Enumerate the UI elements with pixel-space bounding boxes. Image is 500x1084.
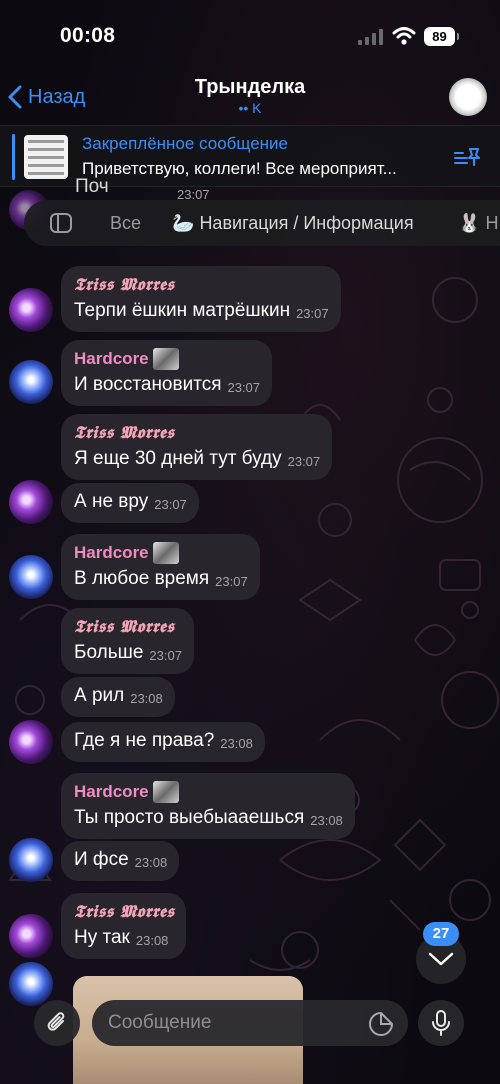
sender-avatar[interactable] — [9, 480, 53, 524]
message-time: 23:07 — [154, 497, 187, 512]
message-bubble[interactable]: 𝕿𝖗𝖎𝖘𝖘 𝕸𝖔𝖗𝖗𝖊𝖘 Терпи ёшкин матрёшкин 23:07 — [61, 266, 341, 332]
message-bubble[interactable]: Где я не права? 23:08 — [61, 722, 265, 762]
emoji-status-icon — [152, 542, 179, 564]
sticker-icon[interactable] — [368, 1011, 394, 1037]
pinned-thumbnail — [24, 135, 68, 179]
pin-indicator — [12, 134, 15, 180]
message-bubble[interactable]: 𝕿𝖗𝖎𝖘𝖘 𝕸𝖔𝖗𝖗𝖊𝖘 Больше 23:07 — [61, 608, 194, 674]
message-text: И фсе — [74, 849, 129, 870]
message-time: 23:08 — [134, 855, 168, 870]
message-text: Больше — [74, 642, 144, 663]
sender-avatar[interactable] — [9, 838, 53, 882]
message-bubble[interactable]: А рил 23:08 — [61, 677, 175, 717]
message-input[interactable] — [92, 1000, 408, 1046]
chevron-down-icon — [428, 952, 454, 966]
message-time: 23:08 — [220, 736, 253, 751]
microphone-button[interactable] — [418, 1000, 464, 1046]
message-text: В любое время — [74, 568, 210, 589]
status-bar: 00:08 89 — [0, 0, 500, 72]
message-bubble[interactable]: А не вру 23:07 — [61, 483, 199, 523]
chat-subtitle: •• K — [238, 100, 262, 116]
attach-button[interactable] — [34, 1000, 80, 1046]
message-text: И восстановится — [74, 374, 222, 395]
sender-name[interactable]: Hardcore — [74, 540, 149, 566]
unread-count-badge: 27 — [423, 922, 459, 946]
tab-all[interactable]: Все — [110, 200, 141, 246]
sender-avatar[interactable] — [9, 360, 53, 404]
swan-icon: 🦢 — [172, 213, 195, 233]
sender-name[interactable]: 𝕿𝖗𝖎𝖘𝖘 𝕸𝖔𝖗𝖗𝖊𝖘 — [74, 899, 174, 925]
pinned-text: Приветствую, коллеги! Все мероприят... — [82, 159, 397, 178]
message-time: 23:08 — [310, 813, 343, 828]
sender-name[interactable]: 𝕿𝖗𝖎𝖘𝖘 𝕸𝖔𝖗𝖗𝖊𝖘 — [74, 614, 182, 640]
pin-list-icon[interactable] — [453, 146, 481, 168]
message-time: 23:07 — [296, 306, 329, 321]
message-bubble[interactable]: Hardcore Ты просто выебыааешься 23:08 — [61, 773, 355, 839]
sender-avatar[interactable] — [9, 555, 53, 599]
tab-next[interactable]: 🐰 Н — [458, 200, 498, 246]
emoji-status-icon — [152, 781, 179, 803]
chat-header: Назад Трынделка •• K — [0, 72, 500, 124]
sender-avatar[interactable] — [9, 720, 53, 764]
message-bubble[interactable]: Hardcore И восстановится 23:07 — [61, 340, 273, 406]
emoji-status-icon — [152, 348, 179, 370]
battery-icon: 89 — [424, 27, 459, 46]
message-text: Ну так — [74, 927, 130, 948]
message-bubble[interactable]: 𝕿𝖗𝖎𝖘𝖘 𝕸𝖔𝖗𝖗𝖊𝖘 Я еще 30 дней тут буду 23:07 — [61, 414, 333, 480]
message-time: 23:08 — [135, 933, 169, 948]
sender-name[interactable]: Hardcore — [74, 779, 149, 805]
tab-navigation[interactable]: 🦢 Навигация / Информация — [172, 200, 414, 246]
message-text: А рил — [74, 685, 125, 706]
message-text: Я еще 30 дней тут буду — [74, 448, 282, 469]
chat-avatar[interactable] — [449, 78, 487, 116]
sidebar-toggle-icon[interactable] — [50, 213, 72, 233]
status-time: 00:08 — [60, 24, 116, 47]
message-time: 23:08 — [130, 691, 163, 706]
rabbit-icon: 🐰 — [458, 213, 481, 233]
sender-name[interactable]: 𝕿𝖗𝖎𝖘𝖘 𝕸𝖔𝖗𝖗𝖊𝖘 — [74, 272, 329, 298]
partial-message-text: Поч — [75, 176, 109, 197]
message-text: Где я не права? — [74, 730, 215, 751]
message-text: Ты просто выебыааешься — [74, 807, 305, 828]
message-text: Терпи ёшкин матрёшкин — [74, 300, 291, 321]
folder-tabs: Все 🦢 Навигация / Информация 🐰 Н — [24, 200, 500, 246]
message-bubble[interactable]: 𝕿𝖗𝖎𝖘𝖘 𝕸𝖔𝖗𝖗𝖊𝖘 Ну так 23:08 — [61, 893, 187, 959]
message-time: 23:07 — [287, 454, 321, 469]
message-text: А не вру — [74, 491, 149, 512]
microphone-icon — [432, 1010, 450, 1036]
cellular-signal-icon — [358, 29, 383, 45]
sender-name[interactable]: Hardcore — [74, 346, 149, 372]
chat-title[interactable]: Трынделка — [0, 76, 500, 99]
message-time: 23:07 — [149, 648, 182, 663]
pinned-title: Закреплённое сообщение — [82, 134, 288, 153]
message-time: 23:07 — [227, 380, 261, 395]
message-bubble[interactable]: И фсе 23:08 — [61, 841, 180, 881]
sender-avatar[interactable] — [9, 914, 53, 958]
sender-avatar[interactable] — [9, 962, 53, 1006]
message-bubble[interactable]: Hardcore В любое время 23:07 — [61, 534, 260, 600]
sender-name[interactable]: 𝕿𝖗𝖎𝖘𝖘 𝕸𝖔𝖗𝖗𝖊𝖘 — [74, 420, 320, 446]
message-time: 23:07 — [215, 574, 248, 589]
wifi-icon — [392, 27, 416, 45]
paperclip-icon — [47, 1012, 65, 1031]
sender-avatar[interactable] — [9, 288, 53, 332]
